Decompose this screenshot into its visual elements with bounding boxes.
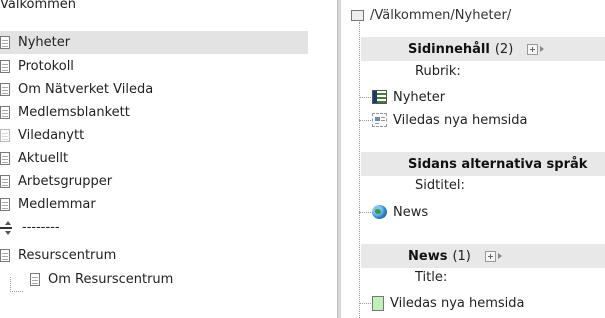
page-icon [0, 249, 10, 262]
globe-icon [372, 205, 387, 219]
breadcrumb: /Välkommen/Nyheter/ [351, 6, 511, 24]
page-icon [0, 36, 10, 49]
tree-item-resurscentrum[interactable]: Resurscentrum [0, 244, 116, 267]
tree-item-label: Aktuellt [18, 151, 69, 166]
tree-item-medlemmar[interactable]: Medlemmar [0, 193, 96, 216]
content-item-label: News [393, 204, 429, 220]
expand-icon[interactable] [527, 43, 539, 55]
section-header-news: News (1) [361, 244, 605, 268]
tree-item-protokoll[interactable]: Protokoll [0, 55, 74, 78]
tree-item-label: Viledanytt [18, 128, 85, 143]
tree-item-nyheter[interactable]: Nyheter [0, 31, 308, 54]
content-item-nyheter[interactable]: Nyheter [359, 86, 445, 108]
field-label-title: Title: [415, 270, 448, 285]
section-count: (1) [452, 248, 471, 264]
tree-item-label: Resurscentrum [18, 248, 117, 263]
expand-icon[interactable] [484, 250, 496, 262]
page-icon [0, 198, 10, 211]
tree-item-label: Om Nätverket Vileda [18, 82, 154, 97]
section-header-sidinnehall: Sidinnehåll (2) [361, 37, 605, 61]
page-icon [30, 273, 40, 286]
section-title: Sidans alternativa språk [408, 156, 588, 172]
page-icon [0, 60, 10, 73]
page-icon [0, 175, 10, 188]
content-item-news[interactable]: News [359, 201, 428, 223]
arrow-right-icon[interactable] [540, 46, 545, 52]
content-item-viledas-nya-hemsida-en[interactable]: Viledas nya hemsida [359, 292, 525, 314]
tree-item-label: Om Resurscentrum [48, 272, 174, 287]
section-header-alternativa-sprak: Sidans alternativa språk [361, 152, 605, 176]
tree-item-label: Medlemsblankett [18, 105, 130, 120]
section-count: (2) [494, 41, 514, 57]
tree-item-label: -------- [22, 220, 60, 235]
tree-item-label: Nyheter [18, 35, 71, 50]
tree-item-om-natverket-vileda[interactable]: Om Nätverket Vileda [0, 78, 153, 101]
page-detail-panel: /Välkommen/Nyheter/ Sidinnehåll (2) Rubr… [341, 0, 605, 318]
section-title: Sidinnehåll [408, 41, 490, 57]
tree-item-medlemsblankett[interactable]: Medlemsblankett [0, 101, 130, 124]
tree-item-om-resurscentrum[interactable]: Om Resurscentrum [30, 268, 173, 291]
field-label-rubrik: Rubrik: [415, 64, 461, 79]
hidden-page-icon [0, 129, 10, 142]
tree-branch-line [10, 277, 23, 292]
content-item-label: Viledas nya hemsida [390, 295, 525, 311]
page-icon [372, 295, 384, 311]
tree-item-viledanytt[interactable]: Viledanytt [0, 124, 84, 147]
tree-item-separator[interactable]: -------- [0, 216, 60, 239]
article-icon [372, 113, 387, 127]
page-tree: Välkommen Nyheter Protokoll Om Nätverket… [0, 0, 335, 318]
page-icon [0, 106, 10, 119]
content-item-label: Viledas nya hemsida [393, 112, 528, 128]
folder-icon [351, 9, 364, 21]
content-item-viledas-nya-hemsida[interactable]: Viledas nya hemsida [359, 109, 528, 131]
content-item-label: Nyheter [393, 89, 446, 105]
arrow-right-icon[interactable] [497, 253, 502, 259]
separator-icon [0, 220, 12, 235]
page-icon [0, 152, 10, 165]
section-title: News [408, 248, 448, 264]
tree-item-valkommen[interactable]: Välkommen [0, 0, 76, 16]
tree-item-label: Medlemmar [18, 197, 96, 212]
tree-item-aktuellt[interactable]: Aktuellt [0, 147, 68, 170]
tree-connector-line [359, 22, 360, 318]
breadcrumb-path: /Välkommen/Nyheter/ [370, 7, 512, 23]
field-label-sidtitel: Sidtitel: [415, 178, 465, 193]
tree-item-arbetsgrupper[interactable]: Arbetsgrupper [0, 170, 112, 193]
tree-item-label: Arbetsgrupper [18, 174, 113, 189]
tree-item-label: Välkommen [0, 0, 77, 12]
page-icon [0, 83, 10, 96]
list-page-icon [372, 90, 387, 104]
tree-item-label: Protokoll [18, 59, 74, 74]
